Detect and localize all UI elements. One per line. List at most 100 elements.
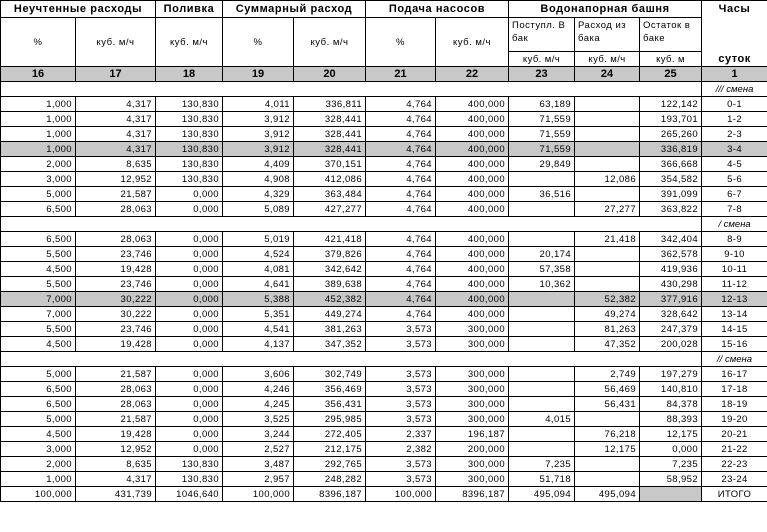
cell-c16: 3,000: [0, 171, 76, 187]
total-c25: [639, 486, 703, 502]
cell-c16: 4,500: [0, 261, 76, 277]
colnum-25: 25: [639, 66, 703, 82]
cell-c18: 0,000: [155, 441, 223, 457]
cell-c19: 3,912: [222, 141, 294, 157]
cell-c25: 328,642: [639, 306, 703, 322]
cell-c24: 49,274: [574, 306, 641, 322]
cell-c18: 130,830: [155, 96, 223, 112]
cell-c25: 430,298: [639, 276, 703, 292]
cell-c19: 2,957: [222, 471, 294, 487]
cell-c21: 4,764: [365, 156, 436, 172]
cell-c18: 0,000: [155, 186, 223, 202]
cell-c19: 4,329: [222, 186, 294, 202]
shift-spacer: [0, 81, 703, 97]
cell-c18: 130,830: [155, 456, 223, 472]
cell-c16: 5,000: [0, 366, 76, 382]
cell-hours: 17-18: [701, 381, 767, 397]
table-body: /// смена 1,000 4,317 130,830 4,011 336,811 4,…: [0, 81, 767, 487]
unit-m3h-22: куб. м/ч: [434, 17, 510, 67]
cell-c20: 449,274: [293, 306, 366, 322]
cell-hours: 21-22: [701, 441, 767, 457]
cell-c23: [508, 201, 576, 217]
cell-c23: [508, 291, 576, 307]
cell-c24: [574, 126, 641, 142]
cell-c24: 2,749: [574, 366, 641, 382]
unit-m3-25: куб. м: [639, 51, 703, 67]
shift-spacer: [0, 351, 703, 367]
cell-c23: [508, 441, 576, 457]
cell-c23: 20,174: [508, 246, 576, 262]
unit-pct-16: %: [0, 17, 76, 67]
cell-c22: 200,000: [434, 441, 510, 457]
total-c16: 100,000: [0, 486, 76, 502]
shift-header-row: /// смена: [0, 81, 767, 97]
header-tower-out: Расход из бака: [574, 17, 641, 52]
cell-c18: 130,830: [155, 111, 223, 127]
cell-c19: 3,244: [222, 426, 294, 442]
cell-c21: 4,764: [365, 171, 436, 187]
cell-c18: 0,000: [155, 381, 223, 397]
unit-m3h-20: куб. м/ч: [293, 17, 366, 67]
cell-c24: 81,263: [574, 321, 641, 337]
cell-c18: 130,830: [155, 471, 223, 487]
cell-c22: 400,000: [434, 261, 510, 277]
cell-c22: 300,000: [434, 456, 510, 472]
cell-hours: 23-24: [701, 471, 767, 487]
cell-c22: 400,000: [434, 171, 510, 187]
cell-hours: 13-14: [701, 306, 767, 322]
cell-c22: 196,187: [434, 426, 510, 442]
table-row: 6,500 28,063 0,000 5,089 427,277 4,764 400,000…: [0, 201, 767, 217]
header-row-groups: Неучтенные расходы Поливка Суммарный рас…: [0, 0, 767, 18]
cell-c16: 6,500: [0, 396, 76, 412]
cell-c21: 4,764: [365, 126, 436, 142]
cell-c23: 71,559: [508, 111, 576, 127]
cell-c18: 0,000: [155, 261, 223, 277]
table-row: 6,500 28,063 0,000 5,019 421,418 4,764 400,000…: [0, 231, 767, 247]
cell-c25: 391,099: [639, 186, 703, 202]
table-row: 3,000 12,952 130,830 4,908 412,086 4,764 400,0…: [0, 171, 767, 187]
cell-c20: 363,484: [293, 186, 366, 202]
cell-c23: [508, 396, 576, 412]
cell-c24: [574, 276, 641, 292]
cell-c21: 4,764: [365, 231, 436, 247]
header-pumps: Подача насосов: [364, 0, 510, 18]
column-numbers-row: 16 17 18 19 20 21 22 23 24 25 1: [0, 66, 767, 82]
cell-c16: 5,000: [0, 186, 76, 202]
table-row: 1,000 4,317 130,830 4,011 336,811 4,764 400,00…: [0, 96, 767, 112]
cell-c21: 2,382: [365, 441, 436, 457]
shift-header-row: // смена: [0, 351, 767, 367]
cell-c18: 130,830: [155, 156, 223, 172]
cell-c24: 52,382: [574, 291, 641, 307]
cell-c17: 28,063: [75, 231, 156, 247]
table-row: 5,500 23,746 0,000 4,541 381,263 3,573 300,000…: [0, 321, 767, 337]
cell-c17: 19,428: [75, 336, 156, 352]
cell-c23: [508, 321, 576, 337]
cell-c17: 8,635: [75, 156, 156, 172]
cell-c17: 23,746: [75, 276, 156, 292]
cell-c22: 400,000: [434, 306, 510, 322]
colnum-23: 23: [508, 66, 576, 82]
cell-c16: 4,500: [0, 336, 76, 352]
cell-c24: [574, 141, 641, 157]
cell-c16: 3,000: [0, 441, 76, 457]
cell-c25: 265,260: [639, 126, 703, 142]
cell-c17: 4,317: [75, 471, 156, 487]
cell-c20: 427,277: [293, 201, 366, 217]
cell-c25: 140,810: [639, 381, 703, 397]
total-c22: 8396,187: [434, 486, 510, 502]
cell-c22: 400,000: [434, 276, 510, 292]
cell-c25: 12,175: [639, 426, 703, 442]
cell-c24: [574, 456, 641, 472]
cell-c25: 0,000: [639, 441, 703, 457]
cell-c21: 3,573: [365, 336, 436, 352]
cell-c22: 400,000: [434, 96, 510, 112]
table-row: 5,000 21,587 0,000 4,329 363,484 4,764 400,000…: [0, 186, 767, 202]
cell-c21: 4,764: [365, 276, 436, 292]
cell-c23: [508, 306, 576, 322]
table-row: 1,000 4,317 130,830 2,957 248,282 3,573 300,00…: [0, 471, 767, 487]
cell-c24: 12,175: [574, 441, 641, 457]
cell-c25: 366,668: [639, 156, 703, 172]
cell-c17: 12,952: [75, 171, 156, 187]
table-row: 4,500 19,428 0,000 3,244 272,405 2,337 196,187…: [0, 426, 767, 442]
cell-c17: 4,317: [75, 111, 156, 127]
